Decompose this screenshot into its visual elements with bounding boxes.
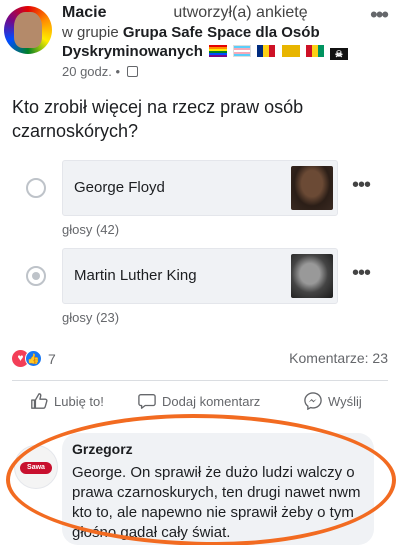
redacted-name (110, 5, 169, 20)
poll-option-1-radio[interactable] (26, 178, 46, 198)
group-line: w grupie Grupa Safe Space dla Osób (62, 24, 320, 41)
trans-flag-icon (233, 45, 252, 57)
romania-flag-icon (257, 45, 276, 57)
poll-option-1-votes[interactable]: głosy (42) (62, 222, 119, 237)
group-name-line2[interactable]: Dyskryminowanych (62, 43, 203, 60)
reactions-count: 7 (48, 351, 56, 367)
send-button[interactable]: Wyślij (304, 392, 362, 410)
poll-option-2-radio[interactable] (26, 266, 46, 286)
send-label: Wyślij (328, 394, 362, 409)
poll-option-2-label: Martin Luther King (74, 267, 197, 284)
post-more-icon[interactable]: ••• (370, 2, 389, 28)
poll-option-2-more-icon[interactable]: ••• (352, 262, 371, 285)
messenger-icon (304, 392, 322, 410)
post-header: Macie utworzył(a) ankietę w grupie Grupa… (0, 0, 400, 90)
comment-text: George. On sprawił że dużo ludzi walczy … (72, 464, 361, 541)
poll-question: Kto zrobił więcej na rzecz praw osób cza… (12, 97, 304, 141)
author-line: Macie utworzył(a) ankietę (62, 4, 308, 22)
commenter-avatar[interactable]: Sawa (14, 445, 58, 489)
poll-option-1-more-icon[interactable]: ••• (352, 174, 371, 197)
comment-label: Dodaj komentarz (162, 394, 261, 409)
author-name[interactable]: Macie (62, 4, 106, 21)
poll-option-1-photo (291, 166, 333, 210)
rainbow-flag-icon (209, 45, 228, 57)
post-action-text: utworzył(a) ankietę (173, 4, 308, 21)
thumbs-up-icon (31, 393, 48, 409)
group-name-line1[interactable]: Grupa Safe Space dla Osób (123, 24, 320, 41)
poll-option-2-votes[interactable]: głosy (23) (62, 310, 119, 325)
sawa-logo-icon: Sawa (20, 462, 52, 474)
comment-button[interactable]: Dodaj komentarz (138, 392, 260, 410)
comment-author[interactable]: Grzegorz (72, 441, 133, 457)
group-prefix: w grupie (62, 24, 119, 41)
group-line2: Dyskryminowanych ☠ (62, 43, 348, 60)
poll-option-2-photo (291, 254, 333, 298)
like-button[interactable]: Lubię to! (30, 392, 104, 410)
pirate-flag-icon: ☠ (329, 48, 348, 60)
poll-option-2[interactable]: Martin Luther King (62, 248, 338, 304)
like-reaction-icon: 👍 (25, 350, 42, 367)
divider (12, 380, 388, 381)
comment-bubble-icon (138, 394, 156, 409)
poll-option-1[interactable]: George Floyd (62, 160, 338, 216)
post-time[interactable]: 20 godz. (62, 64, 112, 79)
comment-bubble[interactable]: Grzegorz George. On sprawił że dużo ludz… (62, 433, 374, 545)
poll-option-1-label: George Floyd (74, 179, 165, 196)
meta-separator: • (115, 64, 121, 79)
comment: Sawa Grzegorz George. On sprawił że dużo… (0, 425, 400, 545)
author-avatar[interactable] (4, 6, 52, 54)
guinea-flag-icon (305, 45, 324, 57)
audience-icon (126, 66, 138, 77)
action-bar: Lubię to! Dodaj komentarz Wyślij (0, 392, 400, 418)
belgium-flag-icon (281, 45, 300, 57)
comments-count[interactable]: Komentarze: 23 (289, 350, 388, 366)
post-meta: 20 godz. • (62, 64, 138, 79)
like-label: Lubię to! (54, 394, 104, 409)
